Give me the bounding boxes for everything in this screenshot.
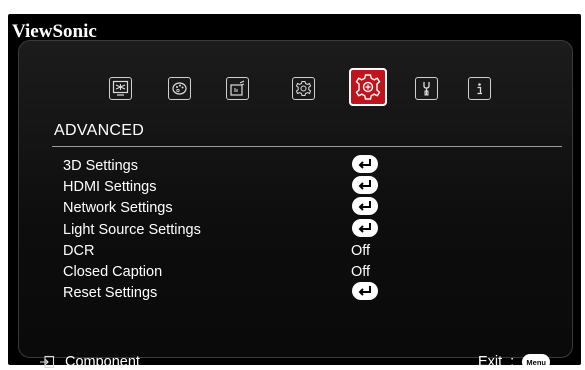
exit-separator: : bbox=[510, 354, 515, 370]
tab-information[interactable] bbox=[468, 77, 491, 100]
section-title: ADVANCED bbox=[54, 122, 145, 139]
menu-button-icon[interactable]: Menu bbox=[522, 354, 551, 370]
menu-item-network-settings[interactable]: Network Settings bbox=[63, 197, 543, 221]
enter-icon bbox=[352, 176, 378, 195]
tab-system[interactable] bbox=[415, 77, 438, 100]
advanced-gear-icon bbox=[355, 74, 381, 100]
menu-item-light-source-settings[interactable]: Light Source Settings bbox=[63, 218, 543, 243]
input-source-label: Component bbox=[65, 354, 140, 370]
menu-item-dcr[interactable]: DCR Off bbox=[63, 243, 543, 264]
tab-display[interactable] bbox=[109, 77, 132, 100]
category-tabs bbox=[19, 41, 572, 121]
menu-item-label: Reset Settings bbox=[63, 285, 158, 302]
exit-hint: Exit : Menu bbox=[478, 354, 551, 370]
tab-image[interactable] bbox=[168, 77, 191, 100]
tab-advanced[interactable] bbox=[349, 68, 387, 106]
tab-power-management[interactable] bbox=[226, 77, 249, 100]
enter-icon bbox=[352, 197, 378, 216]
menu-item-label: 3D Settings bbox=[63, 158, 138, 174]
tab-basic[interactable] bbox=[292, 77, 315, 100]
display-icon bbox=[112, 80, 129, 96]
enter-icon bbox=[352, 282, 378, 301]
osd-window: ViewSonic ADVANCED 3D Settings HDMI Sett… bbox=[8, 14, 581, 370]
menu-item-3d-settings[interactable]: 3D Settings bbox=[63, 155, 543, 179]
enter-icon bbox=[352, 155, 378, 173]
menu-item-hdmi-settings[interactable]: HDMI Settings bbox=[63, 176, 543, 200]
divider bbox=[52, 146, 562, 147]
menu-item-label: DCR bbox=[63, 242, 95, 259]
menu-item-value: Off bbox=[351, 263, 371, 280]
menu-item-closed-caption[interactable]: Closed Caption Off bbox=[63, 264, 543, 285]
enter-icon bbox=[352, 218, 378, 237]
menu-item-value: Off bbox=[351, 242, 371, 259]
menu-item-label: Light Source Settings bbox=[63, 221, 201, 238]
settings-panel: ADVANCED 3D Settings HDMI Settings Netwo… bbox=[18, 40, 573, 358]
menu-item-reset-settings[interactable]: Reset Settings bbox=[63, 282, 543, 306]
input-source-indicator: Component bbox=[39, 354, 140, 370]
palette-icon bbox=[172, 82, 187, 95]
gear-icon bbox=[295, 81, 312, 96]
menu-item-label: Network Settings bbox=[63, 200, 173, 217]
settings-list: 3D Settings HDMI Settings Network Settin… bbox=[63, 155, 543, 306]
menu-item-label: HDMI Settings bbox=[63, 179, 157, 196]
wrench-icon bbox=[423, 82, 430, 96]
menu-item-label: Closed Caption bbox=[63, 263, 163, 280]
power-management-icon bbox=[230, 80, 245, 96]
info-icon bbox=[477, 83, 482, 95]
exit-label: Exit bbox=[478, 354, 503, 370]
